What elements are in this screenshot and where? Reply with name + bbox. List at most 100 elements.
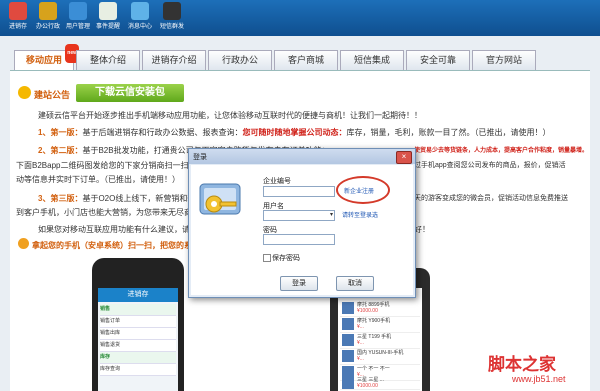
- toolbar-sms[interactable]: 短信群发: [158, 2, 186, 30]
- product-price: ¥...: [357, 356, 364, 362]
- version3-line: 3、第三版：基于O2O线上线下，新营销和新: [38, 193, 195, 204]
- phone-row: 库存查询: [100, 364, 176, 376]
- version1-prefix: 1、第一版：: [38, 128, 83, 137]
- product-name: 三星 T199 手机: [357, 334, 392, 340]
- tab-admin-office-label: 行政办公: [221, 55, 258, 65]
- product-item: 三星 T199 手机 ¥...: [340, 332, 420, 349]
- tab-official-site[interactable]: 官方网站: [472, 50, 536, 70]
- tab-overview[interactable]: 整体介绍: [76, 50, 140, 70]
- tab-official-site-label: 官方网站: [485, 55, 522, 65]
- version3-line2: 到客户手机，小门店也能大营销，为您带来无尽商: [16, 208, 192, 217]
- tab-admin-office[interactable]: 行政办公: [208, 50, 272, 70]
- toolbar-events-label: 事件提醒: [95, 24, 120, 30]
- remember-password-label: 保存密码: [272, 255, 300, 262]
- tab-security[interactable]: 安全可靠: [406, 50, 470, 70]
- suggestion-tail: 好！: [414, 225, 430, 234]
- key-login-icon: [199, 183, 241, 215]
- toolbar-users-label: 用户管理: [65, 24, 90, 30]
- watermark-url: www.jb51.net: [512, 374, 566, 384]
- chat-icon: [131, 2, 149, 20]
- product-thumb: [342, 377, 354, 389]
- product-price: ¥1000.00: [357, 383, 378, 389]
- product-name: 一个 不一 不一: [357, 366, 390, 372]
- toolbar-events[interactable]: 事件提醒: [94, 2, 122, 30]
- product-name: 摩托 Y900手机: [357, 318, 391, 324]
- version2-line2: 下面B2Bapp二维码图发给您的下家分销商扫一扫: [16, 161, 189, 170]
- intro-line: 建硕云信平台开始逐步推出手机端移动应用功能，让您体验移动互联时代的便捷与商机！让…: [38, 111, 422, 120]
- calendar-icon: [99, 2, 117, 20]
- company-id-input[interactable]: [263, 186, 335, 197]
- version2-highlight: 使贸易少去等货链条，人力成本，提高客户合作粘度，销量暴增。: [414, 148, 589, 154]
- tab-inventory-intro[interactable]: 进销存介绍: [142, 50, 206, 70]
- toolbar-messages[interactable]: 消息中心: [126, 2, 154, 30]
- tab-sms-label: 短信集成: [353, 55, 390, 65]
- product-price: ¥...: [357, 340, 364, 346]
- phone-section: 库存: [100, 352, 176, 364]
- tab-security-label: 安全可靠: [419, 55, 456, 65]
- users-icon: [69, 2, 87, 20]
- phone-row: 销售出库: [100, 328, 176, 340]
- product-item: 摩托 Y900手机 ¥...: [340, 316, 420, 333]
- version3-prefix: 3、第三版：: [38, 194, 83, 203]
- lookup-link[interactable]: 请转至登录选: [342, 210, 378, 219]
- download-installer-button[interactable]: 下载云信安装包: [76, 84, 184, 102]
- highlight-circle: [336, 176, 390, 204]
- version2-line2b: 过手机app查阅您公司发布的商品，报价，促销活: [414, 162, 566, 169]
- product-item: 三星 三星 ... ¥1000.00: [340, 375, 420, 390]
- product-item: 摩托 8899手机 ¥1000.00: [340, 300, 420, 317]
- version2-highlight-line: 使贸易少去等货链条，人力成本，提高客户合作粘度，销量暴增。: [414, 145, 588, 154]
- phone-section: 销售: [100, 304, 176, 316]
- suggestion-line: 如果您对移动互联应用功能有什么建议，请在: [38, 225, 198, 234]
- tab-customer-mall-label: 客户商城: [287, 55, 324, 65]
- cancel-button[interactable]: 取消: [336, 276, 374, 291]
- version2-prefix: 2、第二版：: [38, 146, 83, 155]
- product-price: ¥1000.00: [357, 308, 378, 314]
- top-toolbar: 进销存 办公行政 用户管理 事件提醒 消息中心 短信群发: [0, 0, 600, 36]
- company-label: 企业编号: [263, 178, 291, 185]
- toolbar-inventory[interactable]: 进销存: [4, 2, 32, 30]
- login-button[interactable]: 登录: [280, 276, 318, 291]
- version3-text: 基于O2O线上线下，新营销和新: [82, 194, 196, 203]
- product-item: 国内 YUSUN-III-手机 ¥...: [340, 348, 420, 365]
- dialog-titlebar[interactable]: 登录 ×: [189, 149, 415, 164]
- tab-overview-label: 整体介绍: [89, 55, 126, 65]
- announcement-title: 建站公告: [34, 90, 71, 100]
- toolbar-office-label: 办公行政: [35, 24, 60, 30]
- version1-highlight: 您可随时随地掌握公司动态：: [242, 128, 347, 137]
- toolbar-messages-label: 消息中心: [127, 24, 152, 30]
- tab-sms[interactable]: 短信集成: [340, 50, 404, 70]
- info-icon: [18, 238, 29, 249]
- phone-app-title: 进销存: [98, 288, 178, 302]
- tab-strip: 移动应用 new 整体介绍 进销存介绍 行政办公 客户商城 短信集成 安全可靠 …: [10, 44, 590, 71]
- username-select[interactable]: ▾: [263, 210, 335, 221]
- product-name: 摩托 8899手机: [357, 302, 390, 308]
- remember-password-checkbox[interactable]: [263, 254, 271, 262]
- phone-row: 销售退货: [100, 340, 176, 352]
- product-name: 国内 YUSUN-III-手机: [357, 350, 404, 356]
- version2-line3: 动等信息并实时下订单。（已推出，请使用！）: [16, 175, 180, 184]
- chevron-down-icon: ▾: [329, 212, 333, 218]
- tab-mobile-apps[interactable]: 移动应用 new: [14, 44, 79, 70]
- qr-title: 拿起您的手机（安卓系统）扫一扫，把您的系: [32, 241, 192, 250]
- phone-icon: [163, 2, 181, 20]
- toolbar-office[interactable]: 办公行政: [34, 2, 62, 30]
- version3-tail: 天的游客变成您的微会员，促销活动信息免费推送: [414, 195, 568, 202]
- toolbar-users[interactable]: 用户管理: [64, 2, 92, 30]
- tab-inventory-intro-label: 进销存介绍: [151, 55, 197, 65]
- dialog-title: 登录: [193, 154, 207, 161]
- product-price: ¥...: [357, 324, 364, 330]
- product-thumb: [342, 334, 354, 346]
- toolbar-sms-label: 短信群发: [159, 24, 184, 30]
- product-thumb: [342, 318, 354, 330]
- close-icon[interactable]: ×: [396, 151, 412, 164]
- tools-icon: [39, 2, 57, 20]
- product-thumb: [342, 302, 354, 314]
- product-thumb: [342, 350, 354, 362]
- password-input[interactable]: [263, 234, 335, 245]
- version1-tail: 库存，销量，毛利，账款一目了然。（已推出，请使用！）: [346, 128, 551, 137]
- watermark-logo: 脚本之家: [488, 355, 556, 374]
- tab-mobile-apps-label: 移动应用: [25, 55, 62, 65]
- product-name: 三星 三星 ...: [357, 377, 384, 383]
- tab-customer-mall[interactable]: 客户商城: [274, 50, 338, 70]
- version1-text: 基于后端进销存和行政办公数据、报表查询：: [82, 128, 243, 137]
